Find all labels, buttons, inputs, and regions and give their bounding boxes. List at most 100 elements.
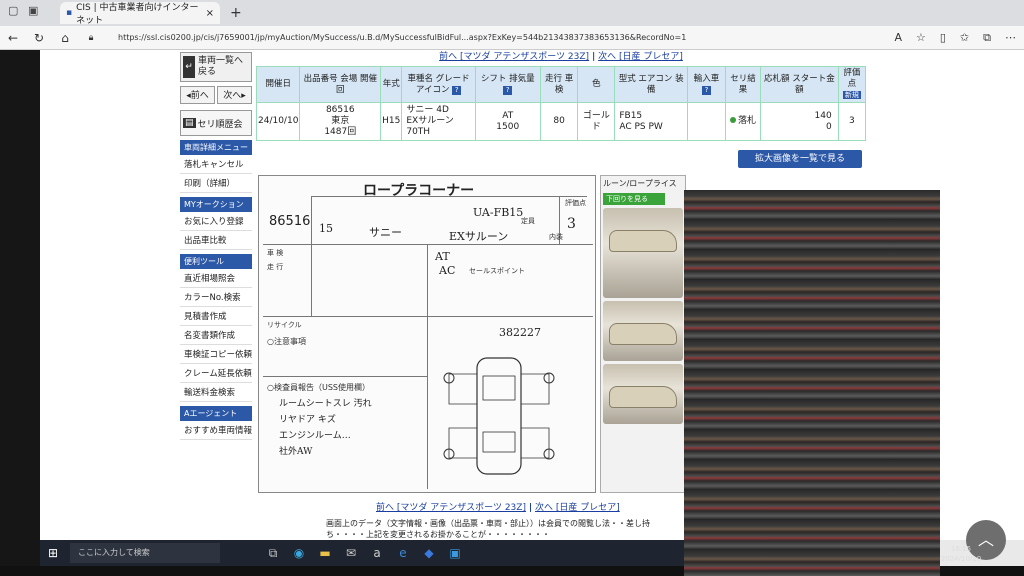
app-icon[interactable]: ▣ <box>442 546 468 560</box>
bottom-prev-link[interactable]: 前へ [マツダ アテンザスポーツ 23Z] <box>376 503 526 513</box>
help-icon[interactable]: ? <box>503 85 513 95</box>
sheet-hand-name: サニー <box>369 226 402 239</box>
seri-history-button[interactable]: ▤ セリ順歴会 <box>180 110 252 136</box>
refresh-icon[interactable]: ↻ <box>26 31 52 45</box>
cell-import <box>687 102 726 141</box>
help-icon[interactable]: ? <box>452 85 462 95</box>
tab-close-icon[interactable]: × <box>206 8 214 19</box>
top-nav-links: 前へ [マツダ アテンザスポーツ 23Z] | 次へ [日産 プレセア] <box>256 50 866 66</box>
clock-time: 16:15 <box>950 545 972 553</box>
th-shift-label: シフト 排気量 <box>480 73 535 84</box>
menu-item-shipping[interactable]: 輸送料金検索 <box>180 383 252 402</box>
th-shift: シフト 排気量 ? <box>474 66 541 103</box>
menu-item-print[interactable]: 印刷（詳細） <box>180 174 252 193</box>
favorites-icon[interactable]: ✩ <box>960 31 969 45</box>
taskbar-clock[interactable]: 16:15 2024/10/10 <box>936 544 986 564</box>
back-to-list-button[interactable]: ↵ 車両一覧へ戻る <box>180 52 252 82</box>
cell-equip: AC PS PW <box>619 121 663 132</box>
read-aloud-icon[interactable]: A <box>894 31 902 45</box>
top-prev-link[interactable]: 前へ [マツダ アテンザスポーツ 23Z] <box>439 52 589 62</box>
table-row: 24/10/10 86516 東京 1487回 H15 サニー 4D EXサルー… <box>255 102 867 141</box>
cell-cc: 1500 <box>496 121 520 132</box>
cell-model-name: サニー 4D <box>406 105 449 115</box>
url-field[interactable]: https://ssl.cis0200.jp/cis/j7659001/jp/m… <box>118 33 686 42</box>
split-screen-icon[interactable]: ▯ <box>940 31 946 45</box>
cell-grade: EXサルーン70TH <box>406 116 454 137</box>
mail-icon[interactable]: ✉ <box>338 546 364 560</box>
help-icon[interactable]: ? <box>701 85 711 95</box>
collections-icon[interactable]: ⧉ <box>983 31 991 45</box>
monitor-bezel <box>0 50 40 576</box>
home-icon[interactable]: ⌂ <box>52 31 78 45</box>
th-year: 年式 <box>380 66 403 103</box>
menu-item-favorite[interactable]: お気に入り登録 <box>180 212 252 231</box>
foreground-cloth-obstruction <box>684 190 940 576</box>
menu-item-cancel[interactable]: 落札キャンセル <box>180 155 252 174</box>
cell-lot-number: 86516 <box>325 105 355 115</box>
internet-explorer-icon[interactable]: e <box>390 546 416 560</box>
favorite-star-icon[interactable]: ☆ <box>916 31 926 45</box>
view-underside-button[interactable]: 下回りを見る <box>603 193 665 205</box>
browser-toolbar: A ☆ ▯ ✩ ⧉ ⋯ <box>894 31 1016 45</box>
menu-item-transfer-docs[interactable]: 名変書類作成 <box>180 326 252 345</box>
sheet-line <box>263 316 593 317</box>
sheet-hand-serial: 382227 <box>499 326 541 339</box>
th-result: セリ結果 <box>724 66 762 103</box>
edge-browser-icon[interactable]: ◉ <box>286 546 312 560</box>
top-next-link[interactable]: 次へ [日産 プレセア] <box>598 52 683 62</box>
vehicle-photo-rear[interactable] <box>603 364 683 424</box>
sheet-line <box>427 244 428 489</box>
more-options-icon[interactable]: ⋯ <box>1005 31 1016 45</box>
taskbar-search-input[interactable]: ここに入力して検索 <box>70 543 220 563</box>
new-tab-button[interactable]: + <box>230 5 242 21</box>
window-menu-icon[interactable]: ▢ <box>8 4 18 17</box>
table-header-row: 開催日 出品番号 会場 開催回 年式 車種名 グレード アイコン ? シフト 排… <box>255 66 867 103</box>
dropbox-icon[interactable]: ◆ <box>416 546 442 560</box>
amazon-icon[interactable]: a <box>364 546 390 560</box>
sheet-inspector-line: 社外AW <box>279 447 313 457</box>
vehicle-photo-front[interactable] <box>603 208 683 298</box>
sheet-label-recycle: リサイクル <box>267 321 302 329</box>
view-enlarged-images-button[interactable]: 拡大画像を一覧で見る <box>738 150 862 168</box>
menu-item-compare[interactable]: 出品車比較 <box>180 231 252 250</box>
cell-bid: 140 0 <box>760 102 839 141</box>
cell-type: FB15 AC PS PW <box>614 102 688 141</box>
screen: ▢ ▣ ▪ CIS | 中古車業者向けインターネット × + ← ↻ ⌂ 🔒︎ … <box>0 0 1024 576</box>
menu-item-cert-copy[interactable]: 車検証コピー依頼 <box>180 345 252 364</box>
cell-type-code: FB15 <box>619 110 643 121</box>
task-view-icon[interactable]: ⧉ <box>260 546 286 561</box>
cell-date: 24/10/10 <box>255 102 301 141</box>
file-explorer-icon[interactable]: ▬ <box>312 546 338 560</box>
browser-tab[interactable]: ▪ CIS | 中古車業者向けインターネット × <box>60 2 220 26</box>
bottom-next-link[interactable]: 次へ [日産 プレセア] <box>535 503 620 513</box>
back-icon: ↵ <box>183 56 195 78</box>
cell-result-label: 落札 <box>737 116 756 126</box>
vehicle-photo-side[interactable] <box>603 301 683 361</box>
bottom-nav-links: 前へ [マツダ アテンザスポーツ 23Z] | 次へ [日産 プレセア] <box>376 500 620 513</box>
sheet-line <box>263 376 427 377</box>
sheet-hand-shift: AT <box>435 250 450 263</box>
menu-item-estimate[interactable]: 見積書作成 <box>180 307 252 326</box>
site-favicon-icon: ▪ <box>66 8 73 18</box>
th-import: 輸入車 ? <box>687 66 726 103</box>
cell-shift-type: AT <box>502 110 514 121</box>
next-button[interactable]: 次へ▸ <box>217 86 252 104</box>
cell-shift: AT 1500 <box>474 102 541 141</box>
new-badge: 新規 <box>842 91 861 99</box>
lock-icon[interactable]: 🔒︎ <box>78 33 104 43</box>
menu-item-market[interactable]: 直近相場照会 <box>180 269 252 288</box>
photo-panel: ルーン/ロープライス 下回りを見る <box>600 175 686 493</box>
menu-item-color[interactable]: カラーNo.検索 <box>180 288 252 307</box>
photo-panel-title: ルーン/ロープライス <box>603 179 677 188</box>
th-model-label: 車種名 グレード <box>407 73 470 84</box>
prev-button[interactable]: ◂前へ <box>180 86 215 104</box>
back-arrow-icon[interactable]: ← <box>0 31 26 45</box>
th-color: 色 <box>577 66 616 103</box>
sheet-label-run: 走 行 <box>267 263 284 271</box>
menu-item-claim-extend[interactable]: クレーム延長依頼 <box>180 364 252 383</box>
windows-start-icon[interactable]: ⊞ <box>40 546 66 560</box>
main-panel: 前へ [マツダ アテンザスポーツ 23Z] | 次へ [日産 プレセア] 開催日… <box>255 50 867 539</box>
tab-actions-icon[interactable]: ▣ <box>28 4 38 17</box>
menu-item-recommend[interactable]: おすすめ車両情報 <box>180 421 252 440</box>
auction-sheet-image[interactable]: ロープラコーナー 86516 UA-FB15 サニー EXサルーン 15 3 A… <box>258 175 596 493</box>
